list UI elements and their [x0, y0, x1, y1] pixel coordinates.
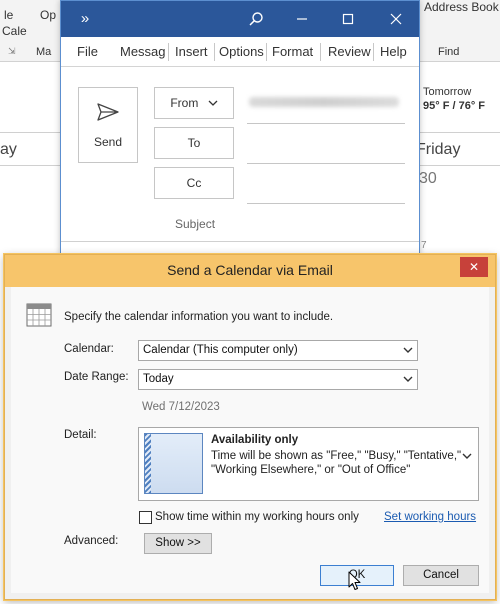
ribbon-text-left-mid: Cale	[2, 24, 27, 38]
ribbon-text-left-top: le	[4, 8, 14, 22]
dialog-body: Specify the calendar information you wan…	[11, 287, 489, 593]
subject-label: Subject	[175, 217, 216, 231]
tab-help[interactable]: Help	[380, 44, 407, 59]
detail-description-line1: Time will be shown as "Free," "Busy," "T…	[211, 450, 462, 462]
tab-separator	[373, 43, 374, 61]
dialog-instruction: Specify the calendar information you wan…	[64, 311, 334, 323]
to-button[interactable]: To	[154, 127, 234, 159]
close-icon: ✕	[468, 260, 480, 274]
calendar-day-left: ay	[0, 141, 17, 158]
tab-format[interactable]: Format	[272, 44, 313, 59]
tab-options[interactable]: Options	[219, 44, 264, 59]
date-range-date: Wed 7/12/2023	[142, 401, 220, 413]
detail-label: Detail:	[64, 429, 97, 441]
close-icon[interactable]	[373, 1, 419, 37]
calendar-select-value: Calendar (This computer only)	[143, 344, 298, 356]
from-label: From	[170, 96, 199, 110]
from-field-underline	[247, 123, 405, 124]
chevron-down-icon	[208, 88, 218, 118]
send-calendar-dialog: Send a Calendar via Email ✕ Specify the …	[4, 254, 496, 600]
subject-field-line[interactable]	[61, 241, 419, 242]
dialog-title: Send a Calendar via Email	[167, 262, 333, 278]
detail-preview-stripe	[145, 434, 151, 493]
date-range-select[interactable]: Today	[138, 369, 418, 390]
tab-review[interactable]: Review	[328, 44, 371, 59]
advanced-label: Advanced:	[64, 535, 119, 547]
ribbon-address-book-button[interactable]: Address Book	[424, 0, 499, 14]
working-hours-checkbox-label[interactable]: Show time within my working hours only	[155, 511, 359, 523]
tab-separator	[266, 43, 267, 61]
message-title-bar: »	[61, 1, 419, 37]
send-label: Send	[93, 135, 123, 149]
calendar-small-number: 7	[421, 240, 427, 251]
message-ribbon-tabs: File Messag Insert Options Format Review…	[61, 37, 419, 67]
cc-field[interactable]	[247, 203, 405, 204]
mouse-cursor-icon	[348, 571, 362, 594]
calendar-day-right: Friday	[416, 141, 461, 158]
chevron-down-icon	[403, 371, 413, 390]
detail-title: Availability only	[211, 434, 299, 446]
tab-separator	[168, 43, 169, 61]
tab-separator	[214, 43, 215, 61]
ribbon-find-group-label: Find	[438, 46, 460, 58]
from-address-redacted	[249, 97, 399, 107]
ribbon-open-button[interactable]: Op	[40, 8, 56, 22]
send-icon	[96, 102, 120, 125]
dialog-launcher-icon[interactable]: ⇲	[8, 46, 16, 57]
set-working-hours-link[interactable]: Set working hours	[384, 511, 476, 523]
minimize-icon[interactable]	[279, 1, 325, 37]
ribbon-group-label: Ma	[36, 46, 52, 58]
tab-separator	[320, 43, 321, 61]
working-hours-checkbox[interactable]	[139, 511, 152, 524]
cc-button[interactable]: Cc	[154, 167, 234, 199]
weather-temperature: 95° F / 76° F	[423, 100, 485, 112]
weather-day: Tomorrow	[423, 86, 472, 98]
cancel-button[interactable]: Cancel	[403, 565, 479, 586]
tab-file[interactable]: File	[77, 44, 98, 59]
calendar-select[interactable]: Calendar (This computer only)	[138, 340, 418, 361]
search-icon[interactable]	[233, 1, 279, 37]
calendar-date-right: 30	[419, 170, 437, 187]
detail-selector[interactable]: Availability only Time will be shown as …	[138, 427, 479, 501]
tab-message[interactable]: Messag	[120, 44, 166, 59]
tab-insert[interactable]: Insert	[175, 44, 208, 59]
chevron-down-icon[interactable]	[462, 449, 472, 463]
dialog-close-button[interactable]: ✕	[460, 257, 488, 277]
chevron-down-icon	[403, 342, 413, 361]
message-compose-window: » File Messag Insert Options Format Revi…	[60, 0, 420, 256]
expand-icon[interactable]: »	[65, 1, 105, 37]
detail-description-line2: "Working Elsewhere," or "Out of Office"	[211, 464, 411, 476]
show-advanced-button[interactable]: Show >>	[144, 533, 212, 554]
detail-preview-icon	[144, 433, 203, 494]
to-field[interactable]	[247, 163, 405, 164]
dialog-title-bar: Send a Calendar via Email ✕	[5, 255, 495, 287]
date-range-select-value: Today	[143, 373, 174, 385]
date-range-label: Date Range:	[64, 371, 129, 383]
maximize-icon[interactable]	[325, 1, 371, 37]
send-button[interactable]: Send	[78, 87, 138, 163]
calendar-label: Calendar:	[64, 343, 114, 355]
calendar-icon	[26, 302, 52, 331]
from-button[interactable]: From	[154, 87, 234, 119]
